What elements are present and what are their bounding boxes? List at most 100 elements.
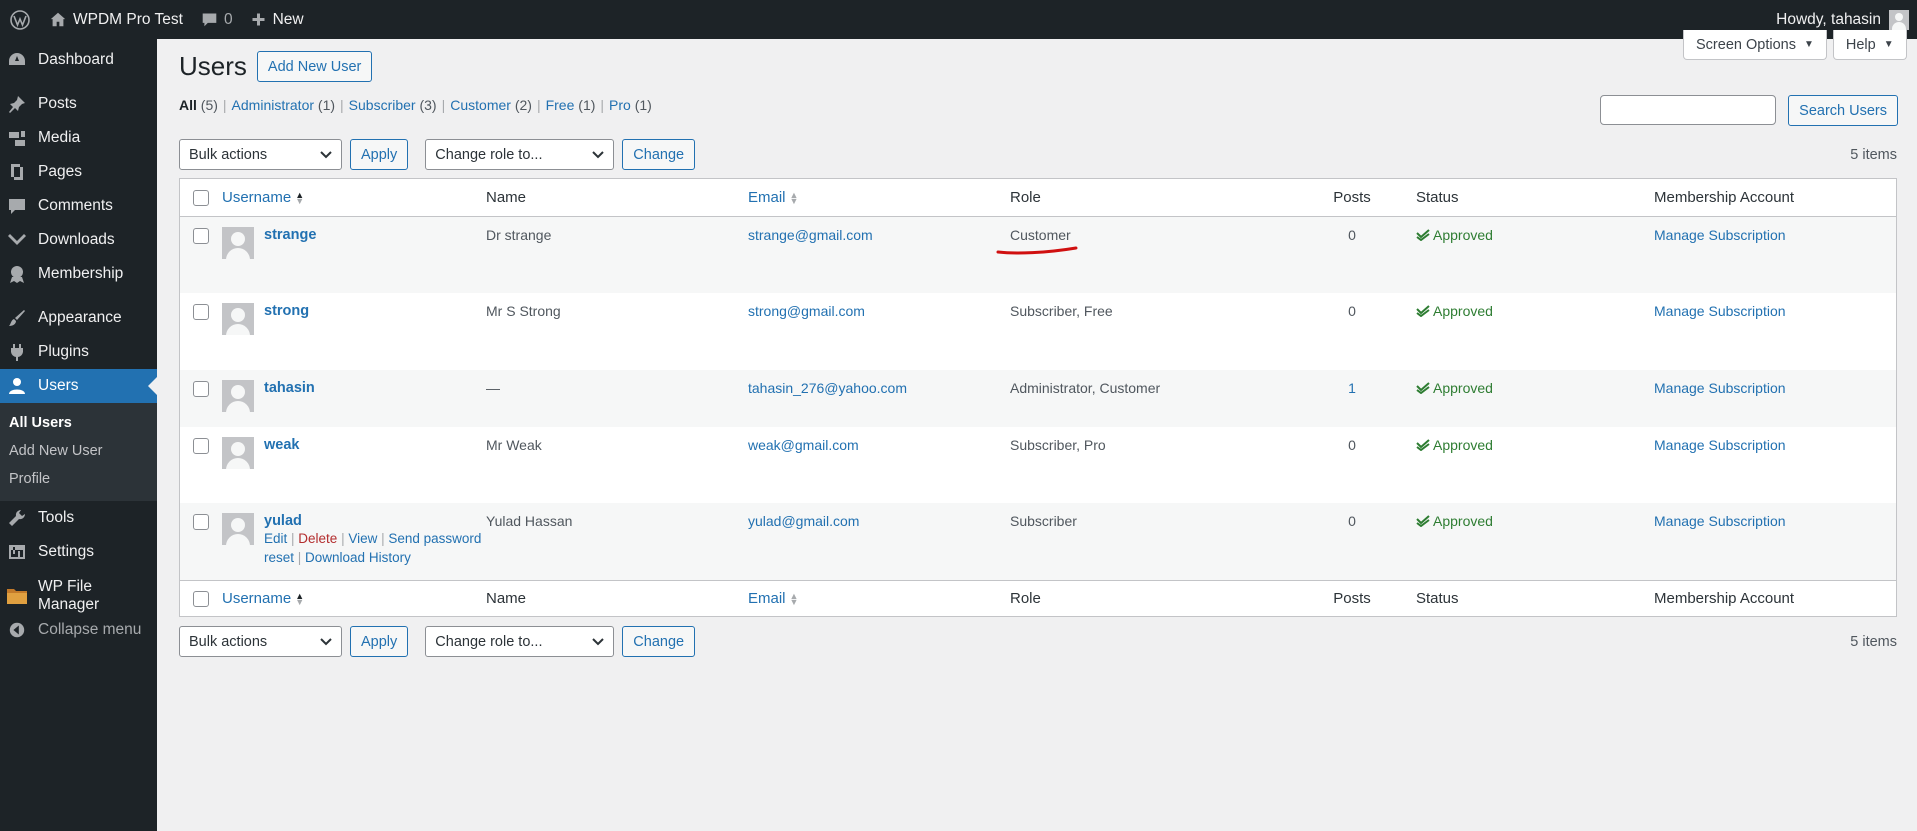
site-name-link[interactable]: WPDM Pro Test (40, 0, 192, 39)
change-button[interactable]: Change (622, 139, 696, 170)
posts-count: 0 (1348, 227, 1356, 243)
sort-asc-icon: ▲ ▼ (295, 190, 305, 207)
edit-link[interactable]: Edit (264, 531, 287, 546)
column-name: Name (486, 189, 527, 206)
table-row: weak Mr Weak weak@gmail.com Subscriber, … (180, 427, 1896, 503)
change-role-select-bottom[interactable]: Change role to... (425, 626, 615, 657)
email-link[interactable]: tahasin_276@yahoo.com (748, 380, 907, 396)
check-icon (1416, 229, 1430, 241)
table-row: strange Dr strange strange@gmail.com Cus… (180, 217, 1896, 293)
menu-comments[interactable]: Comments (0, 189, 157, 223)
chevron-down-icon (592, 637, 604, 645)
delete-link[interactable]: Delete (298, 531, 337, 546)
view-link[interactable]: View (348, 531, 377, 546)
bulk-actions-select-bottom[interactable]: Bulk actions (179, 626, 342, 657)
row-checkbox[interactable] (193, 381, 209, 397)
red-underline-annotation (996, 246, 1078, 255)
help-button[interactable]: Help ▼ (1832, 30, 1907, 60)
menu-posts[interactable]: Posts (0, 87, 157, 121)
select-all-checkbox[interactable] (193, 189, 209, 206)
manage-subscription-link[interactable]: Manage Subscription (1654, 380, 1786, 396)
manage-subscription-link[interactable]: Manage Subscription (1654, 437, 1786, 453)
column-status-footer: Status (1416, 590, 1459, 607)
column-email-sort-footer[interactable]: Email (748, 590, 786, 607)
column-username-sort-footer[interactable]: Username (222, 590, 291, 607)
menu-membership[interactable]: Membership (0, 257, 157, 291)
manage-subscription-link[interactable]: Manage Subscription (1654, 227, 1786, 243)
change-role-select[interactable]: Change role to... (425, 139, 615, 170)
search-users-button[interactable]: Search Users (1788, 95, 1898, 126)
change-button-bottom[interactable]: Change (622, 626, 696, 657)
check-icon (1416, 515, 1430, 527)
download-history-link[interactable]: Download History (305, 550, 411, 565)
filter-customer[interactable]: Customer (2) (450, 97, 532, 113)
menu-media[interactable]: Media (0, 121, 157, 155)
comments-link[interactable]: 0 (192, 0, 242, 39)
username-link[interactable]: tahasin (264, 380, 315, 412)
row-checkbox[interactable] (193, 228, 209, 244)
submenu-all-users[interactable]: All Users (0, 409, 157, 437)
username-link[interactable]: strong (264, 303, 309, 335)
wordpress-logo-icon[interactable] (0, 0, 40, 39)
help-label: Help (1845, 36, 1876, 53)
menu-dashboard[interactable]: Dashboard (0, 43, 157, 77)
membership-icon (6, 263, 28, 285)
menu-label: Comments (38, 197, 113, 214)
filter-free[interactable]: Free (1) (546, 97, 596, 113)
email-link[interactable]: yulad@gmail.com (748, 513, 859, 529)
column-username-sort[interactable]: Username (222, 189, 291, 206)
manage-subscription-link[interactable]: Manage Subscription (1654, 303, 1786, 319)
filter-administrator[interactable]: Administrator (1) (232, 97, 335, 113)
collapse-menu-button[interactable]: Collapse menu (0, 613, 157, 647)
posts-count: 0 (1348, 513, 1356, 529)
admin-bar: WPDM Pro Test 0 New Howdy, tahasin (0, 0, 1917, 39)
bulk-actions-value: Bulk actions (189, 146, 268, 163)
menu-label: Tools (38, 509, 75, 526)
column-email-sort[interactable]: Email (748, 189, 786, 206)
search-input[interactable] (1600, 95, 1777, 125)
apply-button-bottom[interactable]: Apply (350, 626, 409, 657)
new-content-link[interactable]: New (242, 0, 313, 39)
submenu-add-new-user[interactable]: Add New User (0, 437, 157, 465)
menu-downloads[interactable]: Downloads (0, 223, 157, 257)
filter-pro[interactable]: Pro (1) (609, 97, 652, 113)
menu-plugins[interactable]: Plugins (0, 335, 157, 369)
email-link[interactable]: strange@gmail.com (748, 227, 873, 243)
email-link[interactable]: strong@gmail.com (748, 303, 865, 319)
row-checkbox[interactable] (193, 304, 209, 320)
avatar (222, 437, 254, 469)
items-count-bottom: 5 items (1850, 633, 1897, 650)
name-cell: Yulad Hassan (486, 513, 573, 529)
posts-count-link[interactable]: 1 (1348, 380, 1356, 396)
filter-subscriber[interactable]: Subscriber (3) (349, 97, 437, 113)
bulk-actions-select[interactable]: Bulk actions (179, 139, 342, 170)
menu-tools[interactable]: Tools (0, 501, 157, 535)
bulk-actions-value: Bulk actions (189, 633, 268, 650)
menu-pages[interactable]: Pages (0, 155, 157, 189)
column-membership-footer: Membership Account (1654, 590, 1795, 607)
menu-wp-file-manager[interactable]: WP File Manager (0, 578, 157, 613)
select-all-checkbox-footer[interactable] (193, 590, 209, 607)
submenu-profile[interactable]: Profile (0, 465, 157, 493)
menu-label: Membership (38, 265, 124, 282)
manage-subscription-link[interactable]: Manage Subscription (1654, 513, 1786, 529)
row-checkbox[interactable] (193, 514, 209, 530)
page-header: Users Add New User (179, 51, 373, 82)
column-status: Status (1416, 189, 1459, 206)
apply-button[interactable]: Apply (350, 139, 409, 170)
menu-settings[interactable]: Settings (0, 535, 157, 569)
username-link[interactable]: weak (264, 437, 299, 469)
comment-icon (202, 13, 217, 27)
screen-options-button[interactable]: Screen Options ▼ (1683, 30, 1827, 60)
row-checkbox[interactable] (193, 438, 209, 454)
filter-all[interactable]: All (5) (179, 97, 218, 113)
add-new-user-button[interactable]: Add New User (256, 51, 373, 82)
menu-appearance[interactable]: Appearance (0, 301, 157, 335)
menu-users[interactable]: Users (0, 369, 157, 403)
username-link[interactable]: strange (264, 227, 316, 259)
email-link[interactable]: weak@gmail.com (748, 437, 859, 453)
column-posts-footer: Posts (1333, 590, 1371, 607)
change-role-value: Change role to... (435, 633, 543, 650)
menu-label: Media (38, 129, 81, 146)
user-avatar-small[interactable] (1889, 9, 1909, 30)
